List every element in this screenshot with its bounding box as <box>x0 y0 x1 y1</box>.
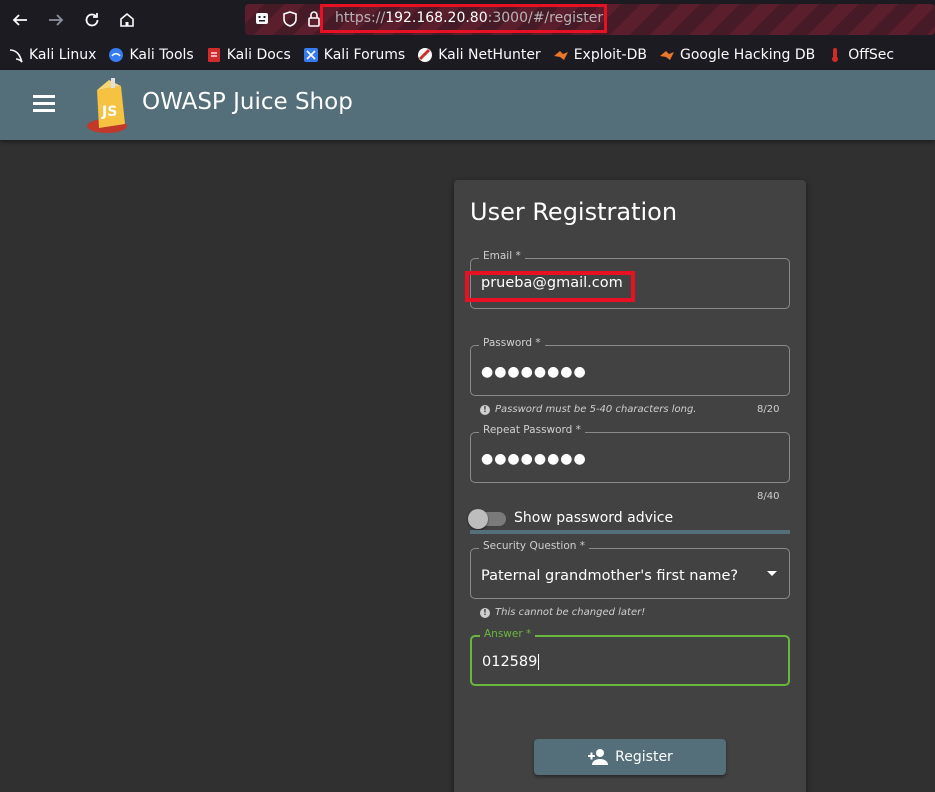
info-icon: ! <box>480 607 490 618</box>
exploit-db-icon <box>553 50 568 60</box>
bookmark-kali-nethunter[interactable]: Kali NetHunter <box>417 47 541 63</box>
register-button[interactable]: Register <box>534 739 726 775</box>
forward-arrow-icon[interactable] <box>44 8 68 32</box>
bookmark-kali-forums[interactable]: Kali Forums <box>303 47 405 63</box>
kali-tools-icon <box>109 47 124 62</box>
repeat-password-value: ●●●●●●●● <box>481 451 587 467</box>
kali-dragon-icon <box>9 48 23 63</box>
password-advice-label[interactable]: Show password advice <box>514 510 673 526</box>
password-counter: 8/20 <box>757 404 780 415</box>
bookmark-exploit-db[interactable]: Exploit-DB <box>553 47 647 63</box>
password-label: Password * <box>479 337 545 349</box>
registration-card: User Registration Email * prueba@gmail.c… <box>454 180 806 792</box>
repeat-password-counter: 8/40 <box>757 491 780 502</box>
password-advice-toggle[interactable] <box>468 509 506 529</box>
kali-forums-icon <box>303 47 318 62</box>
text-cursor <box>538 654 540 670</box>
ghdb-icon <box>659 50 674 60</box>
app-header: JS OWASP Juice Shop <box>0 70 935 140</box>
security-question-hint: ! This cannot be changed later! <box>480 607 645 618</box>
nethunter-icon <box>418 47 433 62</box>
svg-text:JS: JS <box>101 104 117 120</box>
kali-docs-icon <box>207 47 220 62</box>
bookmark-google-hacking-db[interactable]: Google Hacking DB <box>659 47 815 63</box>
security-question-value: Paternal grandmother's first name? <box>481 568 739 584</box>
add-user-icon <box>588 749 609 765</box>
bookmark-kali-tools[interactable]: Kali Tools <box>108 47 194 63</box>
home-icon[interactable] <box>115 8 139 32</box>
password-strength-bar <box>470 530 790 534</box>
bookmark-kali-docs[interactable]: Kali Docs <box>206 47 291 63</box>
answer-field[interactable]: Answer * 012589 <box>470 628 790 686</box>
shield-icon[interactable] <box>281 10 299 28</box>
answer-value: 012589 <box>482 654 540 670</box>
app-title: OWASP Juice Shop <box>142 89 353 115</box>
repeat-password-field[interactable]: Repeat Password * ●●●●●●●● <box>470 424 790 483</box>
juice-shop-logo[interactable]: JS <box>85 76 135 136</box>
back-arrow-icon[interactable] <box>8 8 32 32</box>
bookmarks-bar: Kali Linux Kali Tools Kali Docs Kali For… <box>0 39 935 70</box>
info-icon: ! <box>480 404 490 415</box>
page-title: User Registration <box>470 198 678 226</box>
bookmark-kali-linux[interactable]: Kali Linux <box>8 47 96 63</box>
dropdown-arrow-icon[interactable] <box>767 571 777 576</box>
security-question-label: Security Question * <box>479 540 590 552</box>
robot-icon[interactable] <box>253 10 271 28</box>
email-highlight-box <box>465 271 635 302</box>
reload-icon[interactable] <box>80 8 104 32</box>
offsec-icon <box>832 47 839 62</box>
security-question-select[interactable]: Security Question * Paternal grandmother… <box>470 540 790 599</box>
hamburger-menu-icon[interactable] <box>33 95 55 113</box>
repeat-password-label: Repeat Password * <box>479 424 585 436</box>
url-text[interactable]: https://192.168.20.80:3000/#/register <box>335 10 603 26</box>
email-label: Email * <box>479 250 525 262</box>
password-hint: ! Password must be 5-40 characters long. <box>480 404 697 415</box>
password-field[interactable]: Password * ●●●●●●●● <box>470 337 790 396</box>
browser-toolbar: https://192.168.20.80:3000/#/register <box>0 0 935 39</box>
answer-label: Answer * <box>480 628 536 640</box>
bookmark-offsec[interactable]: OffSec <box>827 47 894 63</box>
password-value: ●●●●●●●● <box>481 364 587 380</box>
